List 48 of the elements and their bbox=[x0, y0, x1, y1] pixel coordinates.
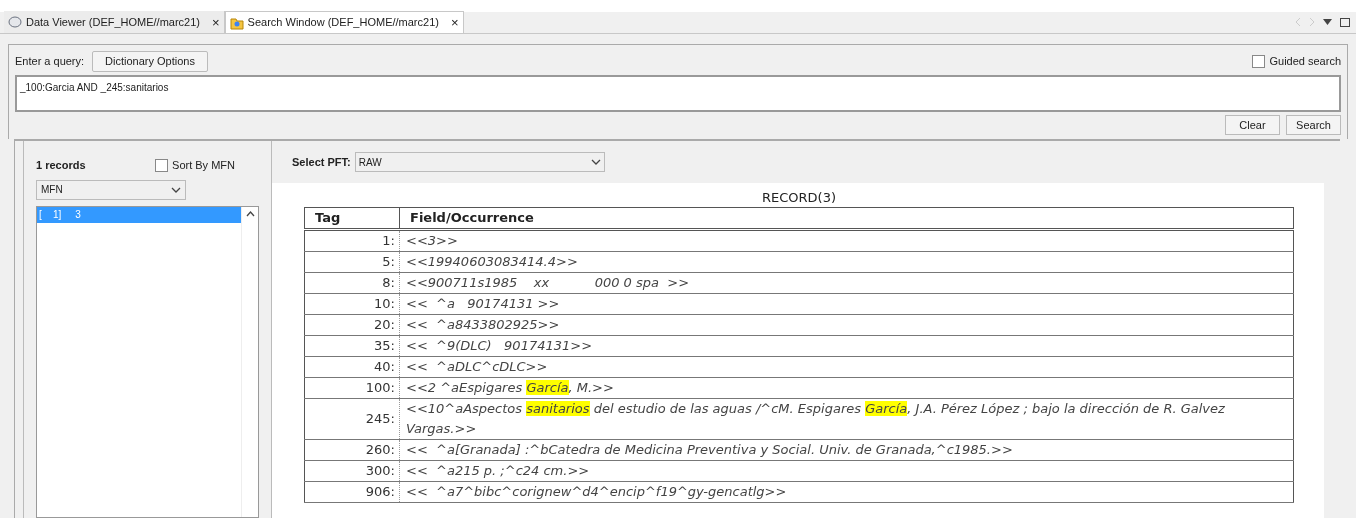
field-cell: << ^a 90174131 >> bbox=[399, 293, 1294, 314]
records-count: 1 records bbox=[36, 158, 86, 173]
tag-cell: 1: bbox=[304, 229, 400, 251]
tab[interactable]: Search Window (DEF_HOME//marc21) × bbox=[224, 11, 464, 33]
column-header: Tag bbox=[304, 207, 400, 229]
dropdown-icon[interactable] bbox=[1323, 19, 1332, 25]
field-cell: << ^a[Granada] :^bCatedra de Medicina Preventiva y Social. Univ. de Granada,^c1985.>> bbox=[399, 439, 1294, 460]
sort-select[interactable]: MFN bbox=[36, 179, 186, 200]
disk-icon bbox=[8, 15, 22, 29]
field-cell: << ^a7^bibc^corignew^d4^encip^f19^gy-gencatlg>> bbox=[399, 481, 1294, 502]
tag-cell: 10: bbox=[304, 293, 400, 314]
tag-cell: 20: bbox=[304, 314, 400, 335]
close-button[interactable]: × bbox=[450, 16, 459, 29]
query-field[interactable]: _100:Garcia AND _245:sanitarios bbox=[15, 75, 1341, 112]
query-label: Enter a query: bbox=[15, 54, 85, 70]
clear-button[interactable]: Clear bbox=[1225, 115, 1280, 135]
checkbox[interactable]: Guided search bbox=[1252, 53, 1341, 70]
field-cell: << ^a215 p. ;^c24 cm.>> bbox=[399, 460, 1294, 481]
tag-cell: 100: bbox=[304, 377, 400, 398]
field-cell: <<3>> bbox=[399, 229, 1294, 251]
close-button[interactable]: × bbox=[212, 15, 220, 29]
tag-cell: 245: bbox=[304, 398, 400, 439]
field-cell: << ^9(DLC) 90174131>> bbox=[399, 335, 1294, 356]
tab[interactable]: Data Viewer (DEF_HOME//marc21) × bbox=[4, 11, 225, 33]
tag-cell: 35: bbox=[304, 335, 400, 356]
field-cell: <<2 ^aEspigares García, M.>> bbox=[399, 377, 1294, 398]
tag-cell: 5: bbox=[304, 251, 400, 272]
field-cell: << ^a8433802925>> bbox=[399, 314, 1294, 335]
folder-icon bbox=[229, 15, 244, 30]
column-header: Field/Occurrence bbox=[399, 207, 1294, 229]
pft-label: Select PFT: bbox=[292, 154, 351, 170]
field-cell: <<900711s1985 xx 000 0 spa >> bbox=[399, 272, 1294, 293]
search-button[interactable]: Search bbox=[1286, 115, 1341, 135]
maximize-icon[interactable] bbox=[1340, 17, 1350, 27]
scroll-up-icon[interactable] bbox=[245, 210, 255, 217]
dictionary-options-button[interactable]: Dictionary Options bbox=[92, 51, 208, 72]
record-title: RECORD(3) bbox=[761, 189, 837, 207]
caret-icon bbox=[171, 186, 181, 193]
caret-icon bbox=[590, 159, 601, 165]
field-cell: << ^aDLC^cDLC>> bbox=[399, 356, 1294, 377]
tag-cell: 8: bbox=[304, 272, 400, 293]
checkbox[interactable]: Sort By MFN bbox=[155, 157, 235, 174]
tag-cell: 40: bbox=[304, 356, 400, 377]
tag-cell: 260: bbox=[304, 439, 400, 460]
pft-select[interactable]: RAW bbox=[354, 152, 605, 172]
tag-cell: 906: bbox=[304, 481, 400, 502]
tag-cell: 300: bbox=[304, 460, 400, 481]
field-cell: <<19940603083414.4>> bbox=[399, 251, 1294, 272]
